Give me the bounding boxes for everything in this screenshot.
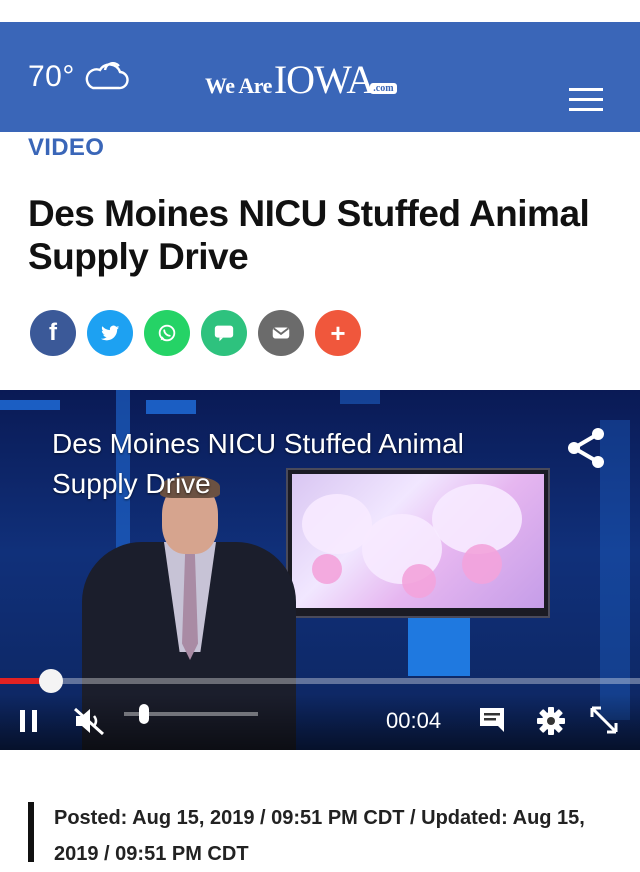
muted-speaker-icon[interactable]: [72, 706, 106, 736]
more-share-button[interactable]: +: [315, 310, 361, 356]
video-title: Des Moines NICU Stuffed Animal Supply Dr…: [52, 428, 464, 499]
pause-bar: [32, 710, 37, 732]
pause-button[interactable]: [20, 710, 38, 732]
studio-light-panel: [146, 400, 196, 414]
menu-line: [569, 88, 603, 91]
settings-gear-icon[interactable]: [536, 706, 566, 736]
logo-suffix: .com: [370, 83, 397, 94]
stuffed-animal: [402, 564, 436, 598]
player-controls: [0, 694, 640, 750]
cloud-icon: [85, 62, 129, 90]
plus-icon: +: [330, 318, 346, 348]
logo-prefix: We Are: [205, 73, 272, 98]
fullscreen-icon[interactable]: [588, 704, 620, 736]
twitter-bird-icon: [100, 325, 120, 341]
seek-bar-track[interactable]: [0, 678, 640, 684]
weather-widget[interactable]: 70°: [28, 60, 129, 94]
menu-line: [569, 98, 603, 101]
menu-line: [569, 108, 603, 111]
site-header: 70° We Are IOWA .com: [0, 22, 640, 132]
share-buttons: f +: [30, 310, 372, 356]
logo-name: IOWA: [273, 57, 375, 102]
studio-light-panel: [340, 390, 380, 404]
seek-bar-handle[interactable]: [39, 669, 63, 693]
temperature: 70°: [28, 60, 75, 93]
posted-accent-bar: [28, 802, 34, 862]
studio-light-panel: [0, 400, 60, 410]
captions-icon[interactable]: [478, 706, 508, 734]
facebook-icon: f: [49, 319, 57, 346]
pause-bar: [20, 710, 25, 732]
twitter-share-button[interactable]: [87, 310, 133, 356]
site-logo[interactable]: We Are IOWA .com: [205, 56, 397, 103]
posted-date: Posted: Aug 15, 2019 / 09:51 PM CDT / Up…: [54, 807, 585, 865]
volume-slider-handle[interactable]: [139, 704, 149, 724]
email-share-button[interactable]: [258, 310, 304, 356]
whatsapp-icon: [158, 324, 176, 342]
video-player[interactable]: Des Moines NICU Stuffed Animal Supply Dr…: [0, 390, 640, 750]
current-time: 00:04: [386, 708, 442, 733]
share-icon[interactable]: [564, 426, 608, 470]
article-title: Des Moines NICU Stuffed Animal Supply Dr…: [28, 193, 590, 277]
category-label[interactable]: VIDEO: [28, 134, 104, 162]
sms-share-button[interactable]: [201, 310, 247, 356]
studio-blue-panel: [408, 618, 470, 676]
whatsapp-share-button[interactable]: [144, 310, 190, 356]
stuffed-animal: [462, 544, 502, 584]
envelope-icon: [272, 327, 290, 339]
sms-bubble-icon: [214, 325, 234, 342]
facebook-share-button[interactable]: f: [30, 310, 76, 356]
stuffed-animal: [312, 554, 342, 584]
hamburger-menu-icon[interactable]: [569, 88, 603, 112]
